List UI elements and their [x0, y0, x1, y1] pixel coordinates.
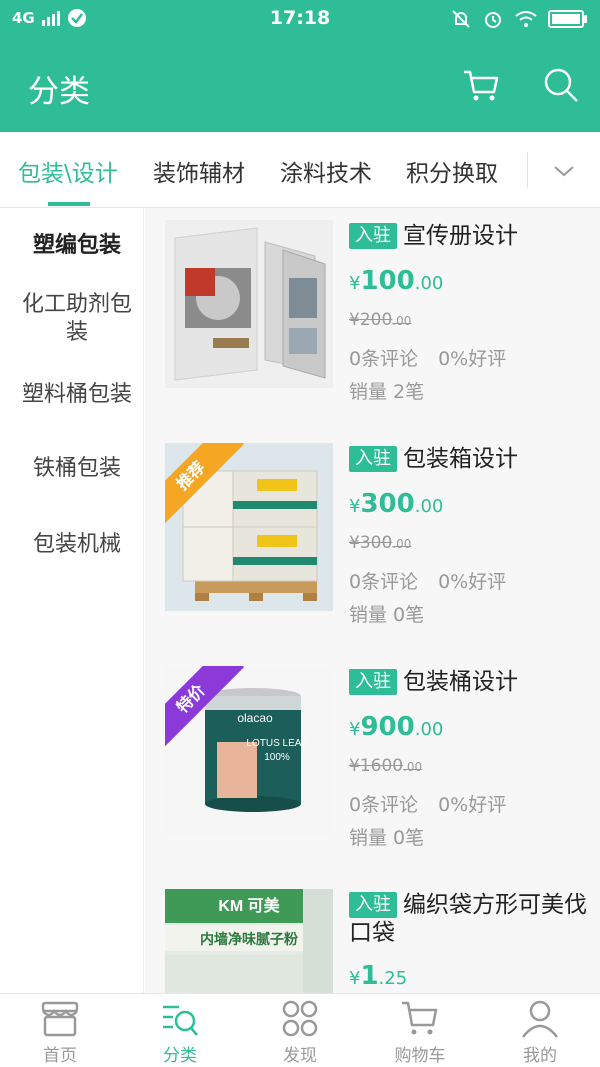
- product-info: 入驻 包装桶设计 ¥900.00 ¥1600.00 0条评论 0%好评 销量 0笔: [349, 668, 589, 849]
- product-title-line: 入驻 包装箱设计: [349, 445, 589, 473]
- battery-icon: [548, 10, 587, 28]
- positive-rate: 0%好评: [438, 571, 507, 593]
- product-price: ¥900.00: [349, 712, 444, 742]
- bottom-navigation: 首页 分类 发现 购物车 我的: [0, 993, 600, 1067]
- settled-badge: 入驻: [349, 892, 397, 918]
- bucket-product: LOTUS LEAF: [246, 738, 307, 749]
- nav-cart[interactable]: 购物车: [360, 999, 480, 1066]
- bag-brand: KM 可美: [218, 896, 280, 915]
- bucket-brand: olacao: [237, 711, 273, 725]
- product-image-brochure: [165, 220, 333, 388]
- active-tab-indicator: [48, 202, 90, 206]
- product-card[interactable]: 入驻 宣传册设计 ¥100.00 ¥200.00 0条评论 0%好评 销量 2笔: [145, 208, 600, 408]
- sidebar-item-plastic-bucket[interactable]: 塑料桶包装: [10, 381, 144, 409]
- review-stats: 0条评论 0%好评: [349, 567, 506, 594]
- positive-rate: 0%好评: [438, 348, 507, 370]
- original-price: ¥200.00: [349, 310, 412, 330]
- review-stats: 0条评论 0%好评: [349, 790, 506, 817]
- search-icon[interactable]: [542, 66, 580, 104]
- comment-count: 0条评论: [349, 571, 419, 593]
- product-info: 入驻 编织袋方形可美伐口袋 ¥1.25: [349, 891, 589, 991]
- product-title-line: 入驻 宣传册设计: [349, 222, 589, 250]
- page-title: 分类: [28, 74, 90, 110]
- tab-coating-tech[interactable]: 涂料技术: [280, 154, 372, 188]
- settled-badge: 入驻: [349, 669, 397, 695]
- product-info: 入驻 包装箱设计 ¥300.00 ¥300.00 0条评论 0%好评 销量 0笔: [349, 445, 589, 626]
- bag-product: 内墙净味腻子粉: [200, 931, 298, 948]
- sidebar-item-packaging-machinery[interactable]: 包装机械: [10, 531, 144, 559]
- product-price: ¥300.00: [349, 489, 444, 519]
- nav-category[interactable]: 分类: [120, 999, 240, 1066]
- product-price: ¥1.25: [349, 961, 408, 991]
- wifi-icon: [515, 11, 537, 27]
- category-tabs: 包装\设计 装饰辅材 涂料技术 积分换取: [0, 132, 600, 208]
- product-card[interactable]: KM 可美 内墙净味腻子粉 入驻 编织袋方形可美伐口袋 ¥1.25: [145, 877, 600, 993]
- store-icon: [41, 1001, 79, 1037]
- tab-decoration-materials[interactable]: 装饰辅材: [153, 154, 245, 188]
- cart-icon[interactable]: [462, 66, 500, 104]
- category-search-icon: [163, 1005, 198, 1036]
- nav-label: 购物车: [394, 1046, 446, 1066]
- app-bar: 分类: [0, 40, 600, 132]
- product-image-woven-bag: KM 可美 内墙净味腻子粉: [165, 889, 333, 993]
- product-card[interactable]: olacao LOTUS LEAF 100% 特价 入驻 包装桶设计 ¥900.0…: [145, 654, 600, 854]
- product-title: 宣传册设计: [403, 223, 518, 249]
- sidebar-item-chemical-additive[interactable]: 化工助剂包装: [20, 291, 134, 347]
- comment-count: 0条评论: [349, 348, 419, 370]
- user-icon: [522, 1000, 558, 1038]
- product-title: 包装箱设计: [403, 446, 518, 472]
- review-stats: 0条评论 0%好评: [349, 344, 506, 371]
- nav-label: 我的: [523, 1046, 557, 1066]
- product-title: 包装桶设计: [403, 669, 518, 695]
- nav-label: 首页: [43, 1046, 77, 1066]
- product-title-line: 入驻 包装桶设计: [349, 668, 589, 696]
- status-bar: 4G 17:18: [0, 0, 600, 40]
- product-title-line: 入驻 编织袋方形可美伐口袋: [349, 891, 589, 947]
- settled-badge: 入驻: [349, 446, 397, 472]
- nav-label: 发现: [283, 1046, 317, 1066]
- alarm-icon: [485, 12, 501, 28]
- product-list: 入驻宣传册设计 ¥100.00 ¥200.00 0条评论0%好评 销量 2笔: [145, 208, 600, 993]
- nav-profile[interactable]: 我的: [480, 999, 600, 1066]
- subcategory-sidebar: 塑编包装 化工助剂包装 塑料桶包装 铁桶包装 包装机械: [0, 208, 144, 993]
- original-price: ¥1600.00: [349, 756, 423, 776]
- settled-badge: 入驻: [349, 223, 397, 249]
- product-image-boxes: 推荐: [165, 443, 333, 611]
- product-price: ¥100.00: [349, 266, 444, 296]
- product-card[interactable]: 推荐 入驻 包装箱设计 ¥300.00 ¥300.00 0条评论 0%好评 销量 0…: [145, 431, 600, 631]
- sales-count: 销量 0笔: [349, 604, 425, 626]
- mute-bell-icon: [452, 10, 470, 28]
- tab-points-exchange[interactable]: 积分换取: [406, 154, 498, 188]
- discover-grid-icon: [282, 1000, 318, 1037]
- nav-home[interactable]: 首页: [0, 999, 120, 1066]
- chevron-down-icon[interactable]: [551, 160, 577, 182]
- positive-rate: 0%好评: [438, 794, 507, 816]
- product-info: 入驻 宣传册设计 ¥100.00 ¥200.00 0条评论 0%好评 销量 2笔: [349, 222, 589, 403]
- original-price: ¥300.00: [349, 533, 412, 553]
- tab-divider: [527, 152, 528, 188]
- sales-count: 销量 2笔: [349, 381, 425, 403]
- nav-label: 分类: [163, 1046, 197, 1066]
- cart-icon: [402, 1001, 438, 1035]
- comment-count: 0条评论: [349, 794, 419, 816]
- sales-count: 销量 0笔: [349, 827, 425, 849]
- sidebar-item-iron-bucket[interactable]: 铁桶包装: [10, 455, 144, 483]
- bucket-percent: 100%: [264, 752, 290, 763]
- status-right: [450, 8, 588, 30]
- product-image-paint-bucket: olacao LOTUS LEAF 100% 特价: [165, 666, 333, 834]
- sidebar-item-plastic-woven[interactable]: 塑编包装: [10, 232, 144, 260]
- nav-discover[interactable]: 发现: [240, 999, 360, 1066]
- tab-packaging-design[interactable]: 包装\设计: [18, 154, 118, 188]
